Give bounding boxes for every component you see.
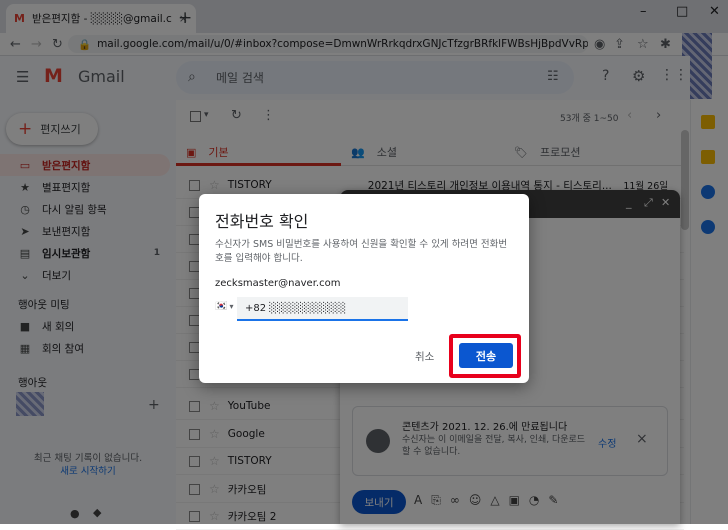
dialog-description: 수신자가 SMS 비밀번호를 사용하여 신원을 확인할 수 있게 하려면 전화번… <box>215 239 508 264</box>
chevron-down-icon: ▾ <box>229 302 234 311</box>
recipient-email: zecksmaster@naver.com <box>215 278 341 289</box>
country-selector[interactable]: 🇰🇷 ▾ <box>215 301 233 312</box>
phone-number-value: +82 ░░░░░░░░░░ <box>245 302 347 314</box>
cancel-button[interactable]: 취소 <box>415 349 434 364</box>
dialog-title: 전화번호 확인 <box>215 212 309 231</box>
phone-number-input[interactable]: +82 ░░░░░░░░░░ <box>237 297 408 321</box>
highlight-box <box>449 334 521 378</box>
korea-flag-icon: 🇰🇷 <box>215 301 228 312</box>
